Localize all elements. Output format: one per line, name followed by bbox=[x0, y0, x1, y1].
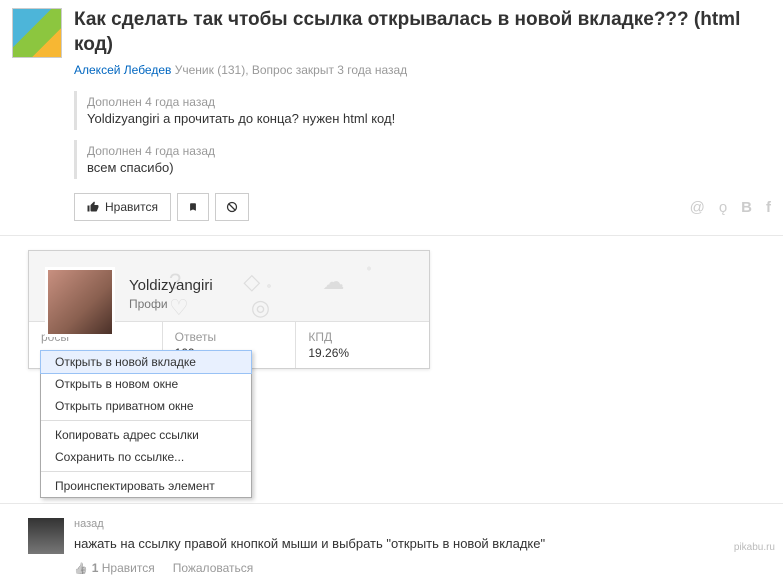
question-meta: Алексей Лебедев Ученик (131), Вопрос зак… bbox=[74, 63, 771, 77]
profile-avatar[interactable] bbox=[45, 267, 115, 337]
answer-like-button[interactable]: 1 Нравится bbox=[74, 561, 155, 575]
author-rank: Ученик (131), Вопрос закрыт 3 года назад bbox=[175, 63, 407, 77]
profile-name[interactable]: Yoldizyangiri bbox=[129, 277, 213, 294]
addition: Дополнен 4 года назад всем спасибо) bbox=[74, 140, 771, 179]
menu-copy-link[interactable]: Копировать адрес ссылки bbox=[41, 424, 251, 446]
answer-text: нажать на ссылку правой кнопкой мыши и в… bbox=[74, 536, 783, 551]
addition-time: Дополнен 4 года назад bbox=[87, 144, 771, 158]
stat-kpd[interactable]: КПД 19.26% bbox=[296, 322, 429, 368]
answer-avatar[interactable] bbox=[28, 518, 64, 554]
menu-divider bbox=[41, 420, 251, 421]
share-vk-icon[interactable]: B bbox=[741, 199, 752, 216]
like-label: Нравится bbox=[105, 200, 158, 214]
thumb-up-icon bbox=[87, 201, 99, 213]
profile-rank: Профи bbox=[129, 297, 168, 311]
addition-text: Yoldizyangiri а прочитать до конца? нуже… bbox=[87, 111, 771, 126]
addition-time: Дополнен 4 года назад bbox=[87, 95, 771, 109]
context-menu: Открыть в новой вкладке Открыть в новом … bbox=[40, 350, 252, 498]
separator bbox=[0, 503, 783, 504]
menu-open-new-window[interactable]: Открыть в новом окне bbox=[41, 373, 251, 395]
menu-save-link[interactable]: Сохранить по ссылке... bbox=[41, 446, 251, 468]
block-button[interactable] bbox=[215, 193, 249, 221]
addition-text: всем спасибо) bbox=[87, 160, 771, 175]
question-avatar[interactable] bbox=[12, 8, 62, 58]
bookmark-icon bbox=[188, 201, 198, 213]
menu-inspect[interactable]: Проинспектировать элемент bbox=[41, 475, 251, 497]
block-icon bbox=[226, 201, 238, 213]
answer-time: назад bbox=[74, 518, 783, 530]
share-ok-icon[interactable]: ǫ bbox=[719, 199, 727, 216]
menu-divider bbox=[41, 471, 251, 472]
bookmark-button[interactable] bbox=[177, 193, 209, 221]
answer-complain-link[interactable]: Пожаловаться bbox=[173, 561, 254, 575]
separator bbox=[0, 235, 783, 236]
like-button[interactable]: Нравится bbox=[74, 193, 171, 221]
share-fb-icon[interactable]: f bbox=[766, 199, 771, 216]
watermark: pikabu.ru bbox=[734, 542, 775, 553]
menu-open-private[interactable]: Открыть приватном окне bbox=[41, 395, 251, 417]
author-link[interactable]: Алексей Лебедев bbox=[74, 63, 171, 77]
addition: Дополнен 4 года назад Yoldizyangiri а пр… bbox=[74, 91, 771, 130]
share-mail-icon[interactable]: @ bbox=[690, 199, 705, 216]
menu-open-new-tab[interactable]: Открыть в новой вкладке bbox=[41, 351, 251, 373]
question-title: Как сделать так чтобы ссылка открывалась… bbox=[74, 8, 771, 57]
